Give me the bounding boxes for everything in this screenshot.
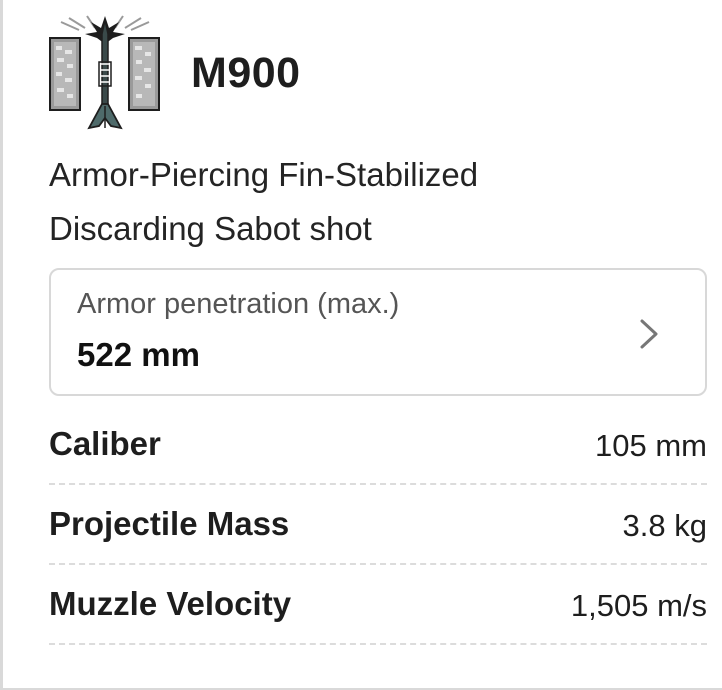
apfsds-shell-icon [49, 15, 160, 130]
armor-penetration-value: 522 mm [77, 336, 200, 373]
ammo-description: Armor-Piercing Fin-Stabilized Discarding… [49, 148, 669, 256]
stat-value: 1,505 m/s [570, 588, 707, 623]
armor-penetration-label: Armor penetration (max.) [77, 288, 400, 320]
stat-label: Projectile Mass [49, 505, 290, 542]
stat-row-caliber: Caliber 105 mm [49, 405, 707, 485]
stat-value: 105 mm [595, 428, 707, 463]
chevron-right-icon [640, 319, 658, 349]
ammo-name: M900 [191, 48, 301, 97]
stats-list: Caliber 105 mm Projectile Mass 3.8 kg Mu… [49, 405, 707, 645]
stat-value: 3.8 kg [622, 508, 707, 543]
stat-row-projectile-mass: Projectile Mass 3.8 kg [49, 485, 707, 565]
ammo-card: M900 Armor-Piercing Fin-Stabilized Disca… [0, 0, 722, 690]
stat-row-muzzle-velocity: Muzzle Velocity 1,505 m/s [49, 565, 707, 645]
armor-penetration-button[interactable]: Armor penetration (max.) 522 mm [49, 268, 707, 396]
stat-label: Muzzle Velocity [49, 585, 292, 622]
ammo-description-line: Armor-Piercing Fin-Stabilized [49, 156, 479, 193]
ammo-header: M900 [47, 14, 301, 132]
ammo-description-line: Discarding Sabot shot [49, 210, 372, 247]
stat-label: Caliber [49, 425, 161, 462]
